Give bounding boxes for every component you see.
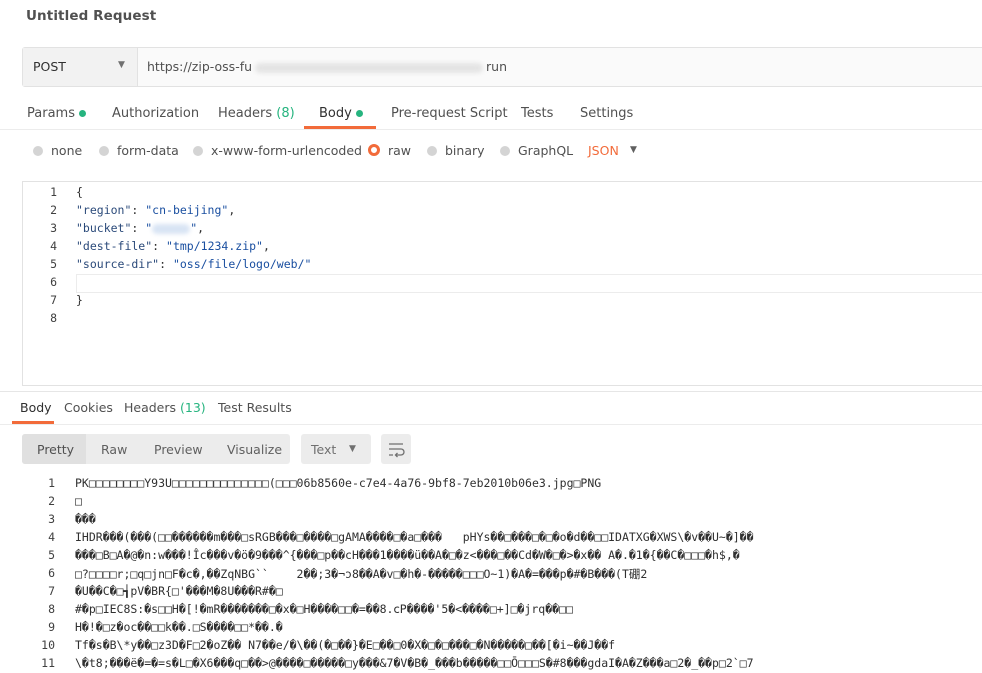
line-number: 4 <box>48 530 55 544</box>
tab-settings[interactable]: Settings <box>580 106 633 121</box>
chevron-down-icon: ▼ <box>349 444 356 454</box>
tab-authorization[interactable]: Authorization <box>112 106 199 121</box>
radio-icon <box>500 146 510 156</box>
view-mode-group: Pretty Raw Preview Visualize <box>22 434 290 464</box>
view-pretty-label: Pretty <box>37 442 75 457</box>
line-number: 6 <box>50 275 57 289</box>
tab-headers[interactable]: Headers (8) <box>218 106 295 121</box>
radio-raw[interactable]: raw <box>368 143 411 158</box>
view-visualize-button[interactable]: Visualize <box>227 442 282 457</box>
code-line: { <box>76 185 83 199</box>
response-line: �U��C�□┪pV�BR{□'���M�8U���R#�□ <box>75 584 283 598</box>
response-headers-count: (13) <box>180 400 206 415</box>
radio-icon <box>193 146 203 156</box>
redacted-value <box>152 223 191 234</box>
radio-none[interactable]: none <box>33 143 82 158</box>
radio-x-www-form-urlencoded[interactable]: x-www-form-urlencoded <box>193 143 362 158</box>
view-preview-button[interactable]: Preview <box>154 442 203 457</box>
line-number: 11 <box>41 656 55 670</box>
request-body-editor[interactable]: 1 2 3 4 5 6 7 8 { "region": "cn-beijing"… <box>22 181 982 386</box>
response-line: ��� <box>75 512 96 526</box>
code-line: "region": "cn-beijing", <box>76 203 236 217</box>
line-number: 9 <box>48 620 55 634</box>
page-title: Untitled Request <box>26 8 157 24</box>
radio-icon <box>33 146 43 156</box>
line-number: 5 <box>50 257 57 271</box>
chevron-down-icon: ▼ <box>118 60 125 70</box>
line-number: 5 <box>48 548 55 562</box>
line-number: 8 <box>50 311 57 325</box>
response-body-viewer[interactable]: 1 2 3 4 5 6 7 8 9 10 11 PK□□□□□□□□Y93U□□… <box>0 472 982 673</box>
line-number: 8 <box>48 602 55 616</box>
code-line: } <box>76 293 83 307</box>
response-line: \�t8;���ë�=�=s�L□�X6���q□��>@����□�����□… <box>75 656 754 670</box>
response-line: □?□□□□r;□q□jn□F�c�,��ZqNBG`` 2��;3�¬ɔ8��… <box>75 567 648 581</box>
response-line: □ <box>75 494 82 508</box>
method-label: POST <box>33 59 66 74</box>
current-line-highlight <box>76 274 982 293</box>
tabs-divider <box>0 424 982 425</box>
body-indicator-dot <box>355 110 363 117</box>
response-line: ���□B□A�@�n:w���!Îc���v�ö�9���^{���□p��c… <box>75 548 740 562</box>
format-select[interactable]: JSON <box>588 143 619 158</box>
response-line: PK□□□□□□□□Y93U□□□□□□□□□□□□□□(□□□06b8560e… <box>75 476 602 490</box>
radio-graphql[interactable]: GraphQL <box>500 143 573 158</box>
url-input[interactable]: https://zip-oss-fu run <box>147 59 507 74</box>
response-line: #�p□IEC8S:�s□□H�[!�mR�������□�x�□H����□□… <box>75 602 573 616</box>
wrap-icon <box>389 443 405 458</box>
response-tab-cookies[interactable]: Cookies <box>64 400 113 415</box>
url-prefix: https://zip-oss-fu <box>147 59 253 74</box>
response-tab-headers[interactable]: Headers (13) <box>124 400 206 415</box>
headers-count: (8) <box>276 106 295 121</box>
redacted-url-segment <box>255 62 484 73</box>
radio-selected-icon <box>368 144 380 156</box>
chevron-down-icon[interactable]: ▼ <box>630 145 637 155</box>
line-number: 1 <box>50 185 57 199</box>
response-line: Tf�s�B\*y��□z3D�F□2�oZ�� N7��e/�\��(�□��… <box>75 638 616 652</box>
code-line: "dest-file": "tmp/1234.zip", <box>76 239 270 253</box>
line-number: 2 <box>50 203 57 217</box>
params-indicator-dot <box>78 110 86 117</box>
tab-pre-request-script[interactable]: Pre-request Script <box>391 106 508 121</box>
response-format-label: Text <box>311 442 337 457</box>
response-line: H�!�□z�oc��□□k��.□S����□□*��.� <box>75 620 283 634</box>
radio-icon <box>99 146 109 156</box>
line-number: 1 <box>48 476 55 490</box>
line-number: 3 <box>48 512 55 526</box>
line-number: 4 <box>50 239 57 253</box>
method-select[interactable]: POST ▼ <box>23 48 138 86</box>
tab-body[interactable]: Body <box>319 106 363 121</box>
line-number: 6 <box>48 566 55 580</box>
line-number: 7 <box>48 584 55 598</box>
line-number: 2 <box>48 494 55 508</box>
radio-form-data[interactable]: form-data <box>99 143 179 158</box>
code-line: "source-dir": "oss/file/logo/web/" <box>76 257 312 271</box>
radio-binary[interactable]: binary <box>427 143 485 158</box>
tab-params[interactable]: Params <box>27 106 86 121</box>
response-format-select[interactable]: Text ▼ <box>301 434 371 464</box>
response-line: IHDR���(���(□□������m���□sRGB���□����□gA… <box>75 530 754 544</box>
view-raw-button[interactable]: Raw <box>101 442 127 457</box>
response-tab-body[interactable]: Body <box>20 400 52 415</box>
url-suffix: run <box>486 59 508 74</box>
url-bar: POST ▼ https://zip-oss-fu run <box>22 47 982 87</box>
response-tab-test-results[interactable]: Test Results <box>218 400 292 415</box>
radio-icon <box>427 146 437 156</box>
line-number: 10 <box>41 638 55 652</box>
tab-tests[interactable]: Tests <box>521 106 553 121</box>
code-line: "bucket": " ", <box>76 221 205 235</box>
line-number: 7 <box>50 293 57 307</box>
pane-resize-handle[interactable] <box>0 391 982 392</box>
wrap-lines-button[interactable] <box>381 434 411 464</box>
line-number: 3 <box>50 221 57 235</box>
tabs-divider <box>0 129 982 130</box>
